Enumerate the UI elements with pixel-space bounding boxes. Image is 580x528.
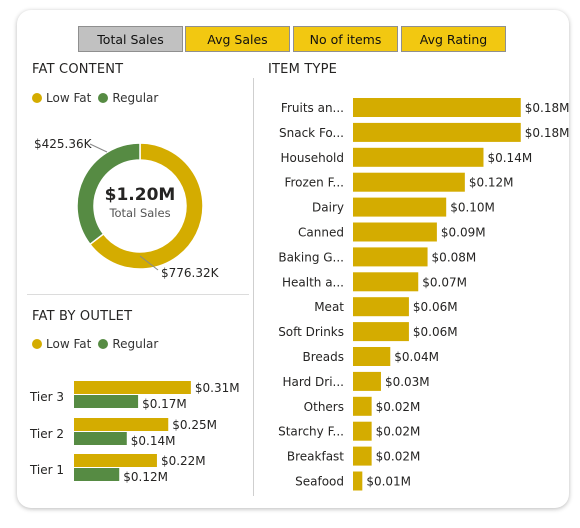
item-type-bar[interactable]	[353, 396, 372, 416]
item-type-bar[interactable]	[353, 421, 372, 441]
item-type-bar[interactable]	[353, 446, 372, 466]
item-type-label: Dairy	[312, 201, 344, 215]
item-type-value: $0.04M	[394, 350, 439, 364]
item-type-label: Breakfast	[287, 450, 344, 464]
item-type-label: Baking G...	[278, 250, 344, 264]
item-type-value: $0.06M	[413, 300, 458, 314]
item-type-value: $0.14M	[487, 151, 532, 165]
item-type-label: Meat	[314, 300, 344, 314]
item-type-value: $0.02M	[376, 450, 421, 464]
item-type-value: $0.01M	[366, 475, 411, 489]
item-type-label: Snack Fo...	[279, 126, 344, 140]
item-type-value: $0.02M	[376, 425, 421, 439]
item-type-value: $0.09M	[441, 226, 486, 240]
item-type-bar[interactable]	[353, 347, 391, 366]
item-type-bar[interactable]	[353, 371, 381, 391]
item-type-value: $0.07M	[422, 275, 467, 289]
item-type-label: Hard Dri...	[283, 375, 344, 389]
item-type-label: Others	[304, 400, 344, 414]
item-type-bar[interactable]	[353, 247, 428, 267]
item-type-label: Fruits an...	[281, 101, 344, 115]
item-type-label: Breads	[302, 350, 344, 364]
item-type-label: Household	[280, 151, 344, 165]
item-type-bar[interactable]	[353, 222, 437, 242]
item-type-bar[interactable]	[353, 197, 447, 217]
item-type-label: Seafood	[295, 475, 344, 489]
item-type-label: Health a...	[282, 275, 344, 289]
item-type-value: $0.18M	[525, 126, 570, 140]
item-type-bar[interactable]	[353, 272, 419, 292]
item-type-label: Canned	[298, 226, 344, 240]
item-type-chart: Fruits an... $0.18M Snack Fo... $0.18M House…	[278, 98, 570, 491]
item-type-label: Starchy F...	[278, 425, 344, 439]
item-type-value: $0.03M	[385, 375, 430, 389]
item-type-value: $0.02M	[376, 400, 421, 414]
item-type-bar[interactable]	[353, 322, 409, 342]
item-type-bar[interactable]	[353, 98, 521, 117]
item-type-value: $0.18M	[525, 101, 570, 115]
item-type-value: $0.08M	[432, 250, 477, 264]
item-type-bar[interactable]	[353, 471, 363, 491]
item-type-bar[interactable]	[353, 297, 409, 317]
item-type-value: $0.06M	[413, 325, 458, 339]
item-type-bar[interactable]	[353, 172, 465, 192]
item-type-value: $0.10M	[450, 201, 495, 215]
item-type-bar[interactable]	[353, 147, 484, 167]
item-type-label: Soft Drinks	[278, 325, 344, 339]
item-type-value: $0.12M	[469, 176, 514, 190]
item-type-bar[interactable]	[353, 122, 521, 142]
item-type-label: Frozen F...	[284, 176, 344, 190]
